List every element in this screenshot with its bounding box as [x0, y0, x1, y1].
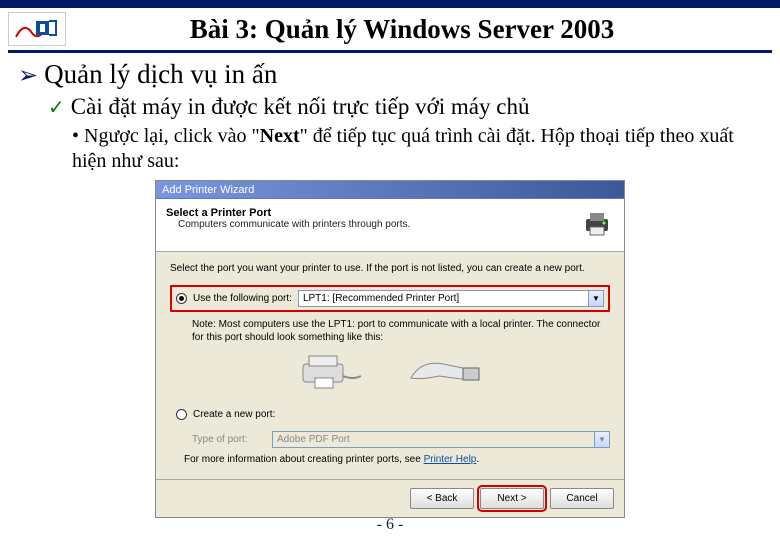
- radio-label: Create a new port:: [193, 409, 275, 420]
- connector-illustration: [170, 350, 610, 394]
- dialog-subheading: Computers communicate with printers thro…: [178, 219, 410, 230]
- page-number: - 6 -: [0, 516, 780, 534]
- checkmark-icon: ✓: [48, 95, 65, 120]
- wizard-dialog: Add Printer Wizard Select a Printer Port…: [155, 180, 625, 518]
- heading-level-1: Quản lý dịch vụ in ấn: [44, 59, 277, 90]
- page-title: Bài 3: Quản lý Windows Server 2003: [82, 14, 772, 45]
- printer-icon: [580, 207, 614, 241]
- dialog-heading: Select a Printer Port: [166, 207, 410, 219]
- body-text: • Ngược lại, click vào "Next" để tiếp tụ…: [72, 124, 762, 174]
- chevron-down-icon: ▼: [594, 432, 609, 447]
- info-text: For more information about creating prin…: [184, 454, 610, 465]
- dialog-description: Select the port you want your printer to…: [170, 262, 610, 275]
- dialog-titlebar: Add Printer Wizard: [156, 181, 624, 199]
- next-button[interactable]: Next >: [480, 488, 544, 509]
- radio-use-following-port[interactable]: Use the following port: LPT1: [Recommend…: [170, 285, 610, 312]
- cancel-button[interactable]: Cancel: [550, 488, 614, 509]
- radio-label: Use the following port:: [193, 293, 292, 304]
- back-button[interactable]: < Back: [410, 488, 474, 509]
- radio-icon: [176, 293, 187, 304]
- printer-help-link[interactable]: Printer Help: [424, 454, 477, 465]
- logo: [8, 12, 66, 46]
- note-text: Note: Most computers use the LPT1: port …: [192, 318, 610, 344]
- port-combobox[interactable]: LPT1: [Recommended Printer Port] ▼: [298, 290, 604, 307]
- chevron-down-icon[interactable]: ▼: [588, 291, 603, 306]
- type-of-port-label: Type of port:: [192, 434, 262, 445]
- port-type-combobox: Adobe PDF Port ▼: [272, 431, 610, 448]
- heading-level-2: Cài đặt máy in được kết nối trực tiếp vớ…: [71, 94, 530, 120]
- radio-icon: [176, 409, 187, 420]
- bullet-arrow-icon: ➢: [18, 61, 38, 90]
- radio-create-new-port[interactable]: Create a new port:: [170, 404, 610, 425]
